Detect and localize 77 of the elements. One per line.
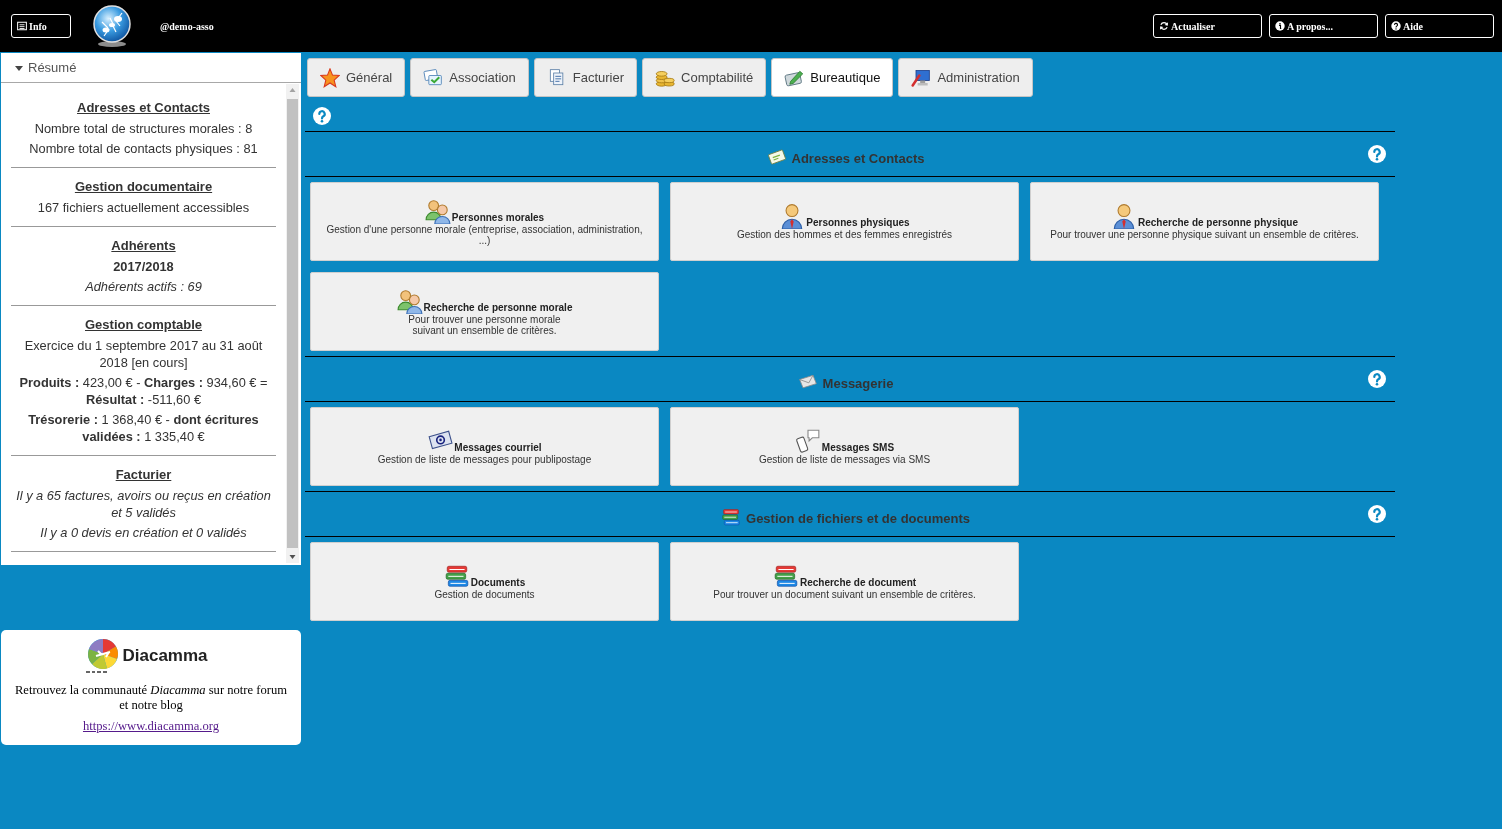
summary-text: 2017/2018 (112, 257, 175, 276)
card-title: Documents (470, 577, 526, 589)
card-description: Gestion de liste de messages via SMS (758, 454, 931, 465)
phone-icon (794, 428, 821, 454)
menu-card[interactable]: Personnes morales Gestion d'une personne morale (entreprise, association, administration, ...) (310, 182, 659, 261)
summary-text: 167 fichiers actuellement accessibles (36, 198, 251, 217)
summary-text: Il y a 65 factures, avoirs ou reçus en création et 5 validés (15, 486, 272, 522)
monitor-icon (911, 67, 932, 88)
card-title: Messages courriel (454, 442, 542, 454)
header-button[interactable]: Actualiser (1153, 14, 1262, 38)
header-button[interactable]: Aide (1385, 14, 1494, 38)
card-description: Gestion de documents (434, 589, 535, 600)
tab[interactable]: Administration (898, 58, 1033, 97)
scrollbar-track[interactable] (286, 84, 299, 563)
summary-text: Nombre total de contacts physiques : 81 (28, 139, 259, 158)
card-description: Pour trouver une personne morale suivant un ensemble de critères. (408, 313, 561, 336)
people-icon (396, 287, 423, 314)
summary-heading: Gestion comptable (84, 316, 203, 334)
summary-heading: Facturier (114, 466, 173, 484)
star-icon (320, 67, 340, 88)
help-icon[interactable] (1368, 370, 1386, 388)
list-icon (17, 21, 27, 31)
community-text: Retrouvez la communauté Diacamma sur notre forum et notre blog (13, 683, 289, 713)
card-description: Pour trouver une personne physique suivant un ensemble de critères. (1050, 229, 1359, 240)
section-title: Gestion de fichiers et de documents (746, 509, 970, 528)
people-icon (424, 197, 451, 224)
card-title: Personnes physiques (806, 217, 910, 229)
section-title: Adresses et Contacts (791, 149, 925, 168)
summary-text: Adhérents actifs : 69 (84, 277, 203, 296)
card-description: Pour trouver un document suivant un ensemble de critères. (713, 589, 976, 600)
card-title: Messages SMS (821, 442, 895, 454)
summary-text: Il y a 0 devis en création et 0 validés (39, 523, 248, 542)
menu-card[interactable]: Personnes physiques Gestion des hommes et des femmes enregistrés (670, 182, 1019, 261)
menu-card[interactable]: Messages courriel Gestion de liste de messages pour publipostage (310, 407, 659, 486)
summary-text: Trésorerie : 1 368,40 € - dont écritures validées : 1 335,40 € (27, 410, 260, 446)
menu-card[interactable]: Documents Gestion de documents (310, 542, 659, 621)
cards-icon (423, 67, 444, 88)
summary-heading: Adresses et Contacts (76, 99, 211, 117)
tab[interactable]: Comptabilité (642, 58, 767, 97)
card-title: Recherche de personne physique (1137, 217, 1299, 229)
summary-text: Exercice du 1 septembre 2017 au 31 août 2018 [en cours] (23, 336, 264, 372)
info-icon (1275, 21, 1285, 31)
logo-icon (84, 637, 121, 675)
help-icon (1391, 21, 1401, 31)
summary-heading: Gestion documentaire (73, 178, 214, 196)
help-icon[interactable] (1368, 145, 1386, 163)
summary-text: Nombre total de structures morales : 8 (33, 119, 254, 138)
books-icon (721, 506, 742, 527)
card-description: Gestion des hommes et des femmes enregistrés (736, 229, 953, 240)
account-name: @demo-asso (160, 19, 214, 34)
section-title: Messagerie (822, 374, 894, 393)
menu-card[interactable]: Recherche de personne morale Pour trouver une personne morale suivant un ensemble de critères. (310, 272, 659, 351)
summary-toggle[interactable]: Résumé (1, 53, 301, 83)
menu-card[interactable]: Recherche de personne physique Pour trouver une personne physique suivant un ensemble de critères. (1030, 182, 1379, 261)
help-icon[interactable] (313, 107, 331, 125)
books-icon (772, 563, 799, 589)
header-button[interactable]: A propos... (1269, 14, 1378, 38)
card-title: Recherche de personne morale (423, 301, 573, 314)
tab[interactable]: Facturier (533, 58, 638, 97)
refresh-icon (1159, 21, 1169, 31)
tab[interactable]: Général (307, 58, 406, 97)
logo-icon (92, 4, 132, 48)
brand-name: Diacamma (122, 645, 208, 668)
tab[interactable]: Association (410, 58, 529, 97)
card-title: Recherche de document (799, 577, 917, 589)
menu-card[interactable]: Messages SMS Gestion de liste de messages via SMS (670, 407, 1019, 486)
card-description: Gestion de liste de messages pour publipostage (377, 454, 592, 465)
menu-card[interactable]: Recherche de document Pour trouver un document suivant un ensemble de critères. (670, 542, 1019, 621)
tab[interactable]: Bureautique (771, 58, 894, 97)
card-title: Personnes morales (451, 211, 545, 224)
summary-heading: Adhérents (110, 237, 177, 255)
header-button[interactable]: Info (11, 14, 71, 38)
help-icon[interactable] (1368, 505, 1386, 523)
scrollbar-thumb[interactable] (287, 99, 298, 548)
website-link[interactable]: https://www.diacamma.org (82, 717, 220, 736)
books-icon (443, 563, 470, 589)
card-description: Gestion d'une personne morale (entreprise, association, administration, ...) (325, 223, 644, 246)
